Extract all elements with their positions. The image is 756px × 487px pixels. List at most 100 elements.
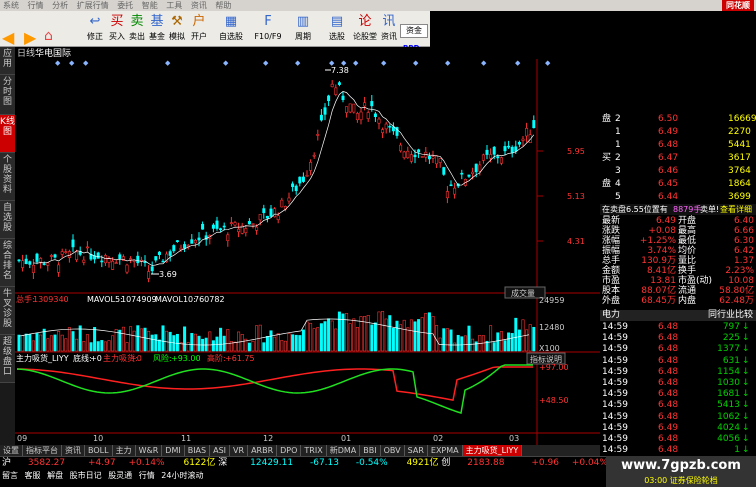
tab-wr[interactable]: W&R bbox=[136, 445, 163, 456]
tab-dmi[interactable]: DMI bbox=[162, 445, 185, 456]
stock-picker-button[interactable]: ▤ 选股 bbox=[326, 13, 348, 45]
orderbook-buy-row[interactable]: 1 6.48 5441 bbox=[600, 140, 756, 151]
sell-button[interactable]: 卖卖出 bbox=[126, 13, 148, 45]
sidebar-item-ranking[interactable]: 综合排名 bbox=[0, 239, 15, 287]
fund-icon: 基 bbox=[150, 14, 164, 29]
fund-button[interactable]: 基基金 bbox=[146, 13, 168, 45]
watermark-text: www.7gpzb.com bbox=[621, 458, 741, 473]
stock-name: 华电国际 bbox=[35, 47, 71, 59]
status-link[interactable]: 解盘 bbox=[47, 471, 63, 480]
period-button[interactable]: ▥ 周期 bbox=[292, 13, 314, 45]
volume-bar bbox=[190, 333, 194, 352]
menu-item[interactable]: 资讯 bbox=[188, 0, 210, 11]
event-marker-icon[interactable]: ◆ bbox=[353, 59, 359, 67]
status-link[interactable]: 行情 bbox=[139, 471, 155, 480]
tab-sar[interactable]: SAR bbox=[405, 445, 428, 456]
menu-item[interactable]: 委托 bbox=[114, 0, 136, 11]
event-marker-icon[interactable]: ◆ bbox=[445, 59, 451, 67]
menu-item[interactable]: 分析 bbox=[49, 0, 71, 11]
forum-button[interactable]: 论论股堂 bbox=[352, 13, 378, 45]
buy-button[interactable]: 买买入 bbox=[106, 13, 128, 45]
f10-button[interactable]: F F10/F9 bbox=[250, 13, 286, 45]
sidebar-item-profile[interactable]: 个股资料 bbox=[0, 153, 15, 201]
event-marker-icon[interactable]: ◆ bbox=[381, 59, 387, 67]
tab-indicator-platform[interactable]: 指标平台 bbox=[23, 445, 62, 456]
tab-arbr[interactable]: ARBR bbox=[248, 445, 278, 456]
volume-bar bbox=[377, 311, 381, 352]
tab-obv[interactable]: OBV bbox=[381, 445, 405, 456]
sidebar-item-diagnosis[interactable]: 牛叉诊股 bbox=[0, 287, 15, 335]
sidebar-item-depth[interactable]: 超级盘口 bbox=[0, 335, 15, 383]
sidebar-item-watchlist[interactable]: 自选股 bbox=[0, 201, 15, 239]
volume-bar bbox=[204, 337, 208, 352]
event-marker-icon[interactable]: ◆ bbox=[263, 59, 269, 67]
news-button[interactable]: 讯资讯 bbox=[378, 13, 400, 45]
orderbook-buy-row[interactable]: 3 6.46 3764 bbox=[600, 166, 756, 177]
back-icon[interactable]: ◀ bbox=[2, 28, 22, 48]
sidebar-item-kline[interactable]: K线图 bbox=[0, 115, 15, 153]
event-marker-icon[interactable]: ◆ bbox=[69, 59, 75, 67]
trade-row: 14:59 6.48 797 ↓ bbox=[602, 322, 750, 332]
open-account-button[interactable]: 户开户 bbox=[188, 13, 210, 45]
status-link[interactable]: 股市日记 bbox=[70, 471, 102, 480]
sidebar-item-apps[interactable]: 应用 bbox=[0, 47, 15, 75]
toolbar-button[interactable]: ↩ 修正 bbox=[84, 13, 106, 45]
event-marker-icon[interactable]: ◆ bbox=[481, 59, 487, 67]
volume-bar bbox=[71, 331, 75, 352]
event-marker-icon[interactable]: ◆ bbox=[55, 59, 61, 67]
tab-expma[interactable]: EXPMA bbox=[428, 445, 463, 456]
tab-settings[interactable]: 设置 bbox=[0, 445, 23, 456]
candle-body bbox=[35, 253, 39, 262]
event-marker-icon[interactable]: ◆ bbox=[295, 59, 301, 67]
tab-bias[interactable]: BIAS bbox=[185, 445, 211, 456]
tab-trix[interactable]: TRIX bbox=[301, 445, 327, 456]
orderbook-buy-row[interactable]: 买 2 6.47 3617 bbox=[600, 153, 756, 164]
event-marker-icon[interactable]: ◆ bbox=[223, 59, 229, 67]
tab-vr[interactable]: VR bbox=[230, 445, 249, 456]
menu-item[interactable]: 行情 bbox=[25, 0, 47, 11]
tab-main-absorb[interactable]: 主力吸货_LIYY bbox=[462, 445, 523, 456]
kline-chart-svg[interactable]: 日线 华电国际 ◆ ◆ ◆ ◆ ◆ ◆ ◆ ◆ ◆ ◆ ◆ ◆ ◆ ◆ ◆ ◆ 7.38 3.69 5.95 … bbox=[15, 47, 600, 455]
event-marker-icon[interactable]: ◆ bbox=[545, 59, 551, 67]
status-link[interactable]: 股灵通 bbox=[108, 471, 132, 480]
event-marker-icon[interactable]: ◆ bbox=[515, 59, 521, 67]
tab-new-dma[interactable]: 新DMA bbox=[327, 445, 361, 456]
chart-area[interactable]: 日线 华电国际 ◆ ◆ ◆ ◆ ◆ ◆ ◆ ◆ ◆ ◆ ◆ ◆ ◆ ◆ ◆ ◆ 7.38 3.69 5.95 … bbox=[15, 47, 600, 455]
quote-panel: 盘 2 6.50 16669 1 6.49 2270 1 6.48 5441 买 2 6.47 36… bbox=[600, 110, 756, 455]
sidebar-item-timeshare[interactable]: 分时图 bbox=[0, 75, 15, 115]
tab-boll[interactable]: BOLL bbox=[85, 445, 113, 456]
orderbook-buy-row[interactable]: 盘 4 6.45 1864 bbox=[600, 179, 756, 190]
tab-main[interactable]: 主力 bbox=[113, 445, 136, 456]
tab-dpo[interactable]: DPO bbox=[277, 445, 302, 456]
menu-item[interactable]: 扩展行情 bbox=[74, 0, 112, 11]
orderbook-sell-row[interactable]: 盘 2 6.50 16669 bbox=[600, 114, 756, 125]
status-link[interactable]: 留言 bbox=[2, 471, 18, 480]
volume-bar bbox=[57, 331, 61, 352]
candle-body bbox=[154, 256, 158, 261]
status-link[interactable]: 客服 bbox=[25, 471, 41, 480]
home-icon[interactable]: ⌂ bbox=[44, 28, 64, 48]
simulate-button[interactable]: ⚒ 模拟 bbox=[166, 13, 188, 45]
event-marker-icon[interactable]: ◆ bbox=[413, 59, 419, 67]
tab-asi[interactable]: ASI bbox=[210, 445, 231, 456]
orderbook-buy-row[interactable]: 5 6.44 3699 bbox=[600, 192, 756, 203]
status-link[interactable]: 24小时滚动 bbox=[161, 471, 203, 480]
menu-item[interactable]: 智能 bbox=[139, 0, 161, 11]
watchlist-button[interactable]: ▦ 自选股 bbox=[216, 13, 246, 45]
big-order-alert[interactable]: 在卖盘6.55位置有 8879手 卖单! 查看详细 bbox=[600, 204, 756, 215]
menu-item[interactable]: 工具 bbox=[163, 0, 185, 11]
candle-body bbox=[237, 228, 241, 233]
candle-body bbox=[175, 240, 179, 242]
tab-bbi[interactable]: BBI bbox=[360, 445, 381, 456]
candle-body bbox=[334, 87, 338, 95]
account-dropdown[interactable]: 资金 bbox=[400, 24, 428, 38]
candle-body bbox=[222, 225, 226, 228]
candle-body bbox=[514, 146, 518, 152]
orderbook-sell-row[interactable]: 1 6.49 2270 bbox=[600, 127, 756, 138]
event-marker-icon[interactable]: ◆ bbox=[83, 59, 89, 67]
menu-item[interactable]: 系统 bbox=[0, 0, 22, 11]
event-marker-icon[interactable]: ◆ bbox=[165, 59, 171, 67]
menu-item[interactable]: 帮助 bbox=[212, 0, 234, 11]
forward-icon[interactable]: ▶ bbox=[24, 28, 44, 48]
tab-news[interactable]: 资讯 bbox=[62, 445, 85, 456]
